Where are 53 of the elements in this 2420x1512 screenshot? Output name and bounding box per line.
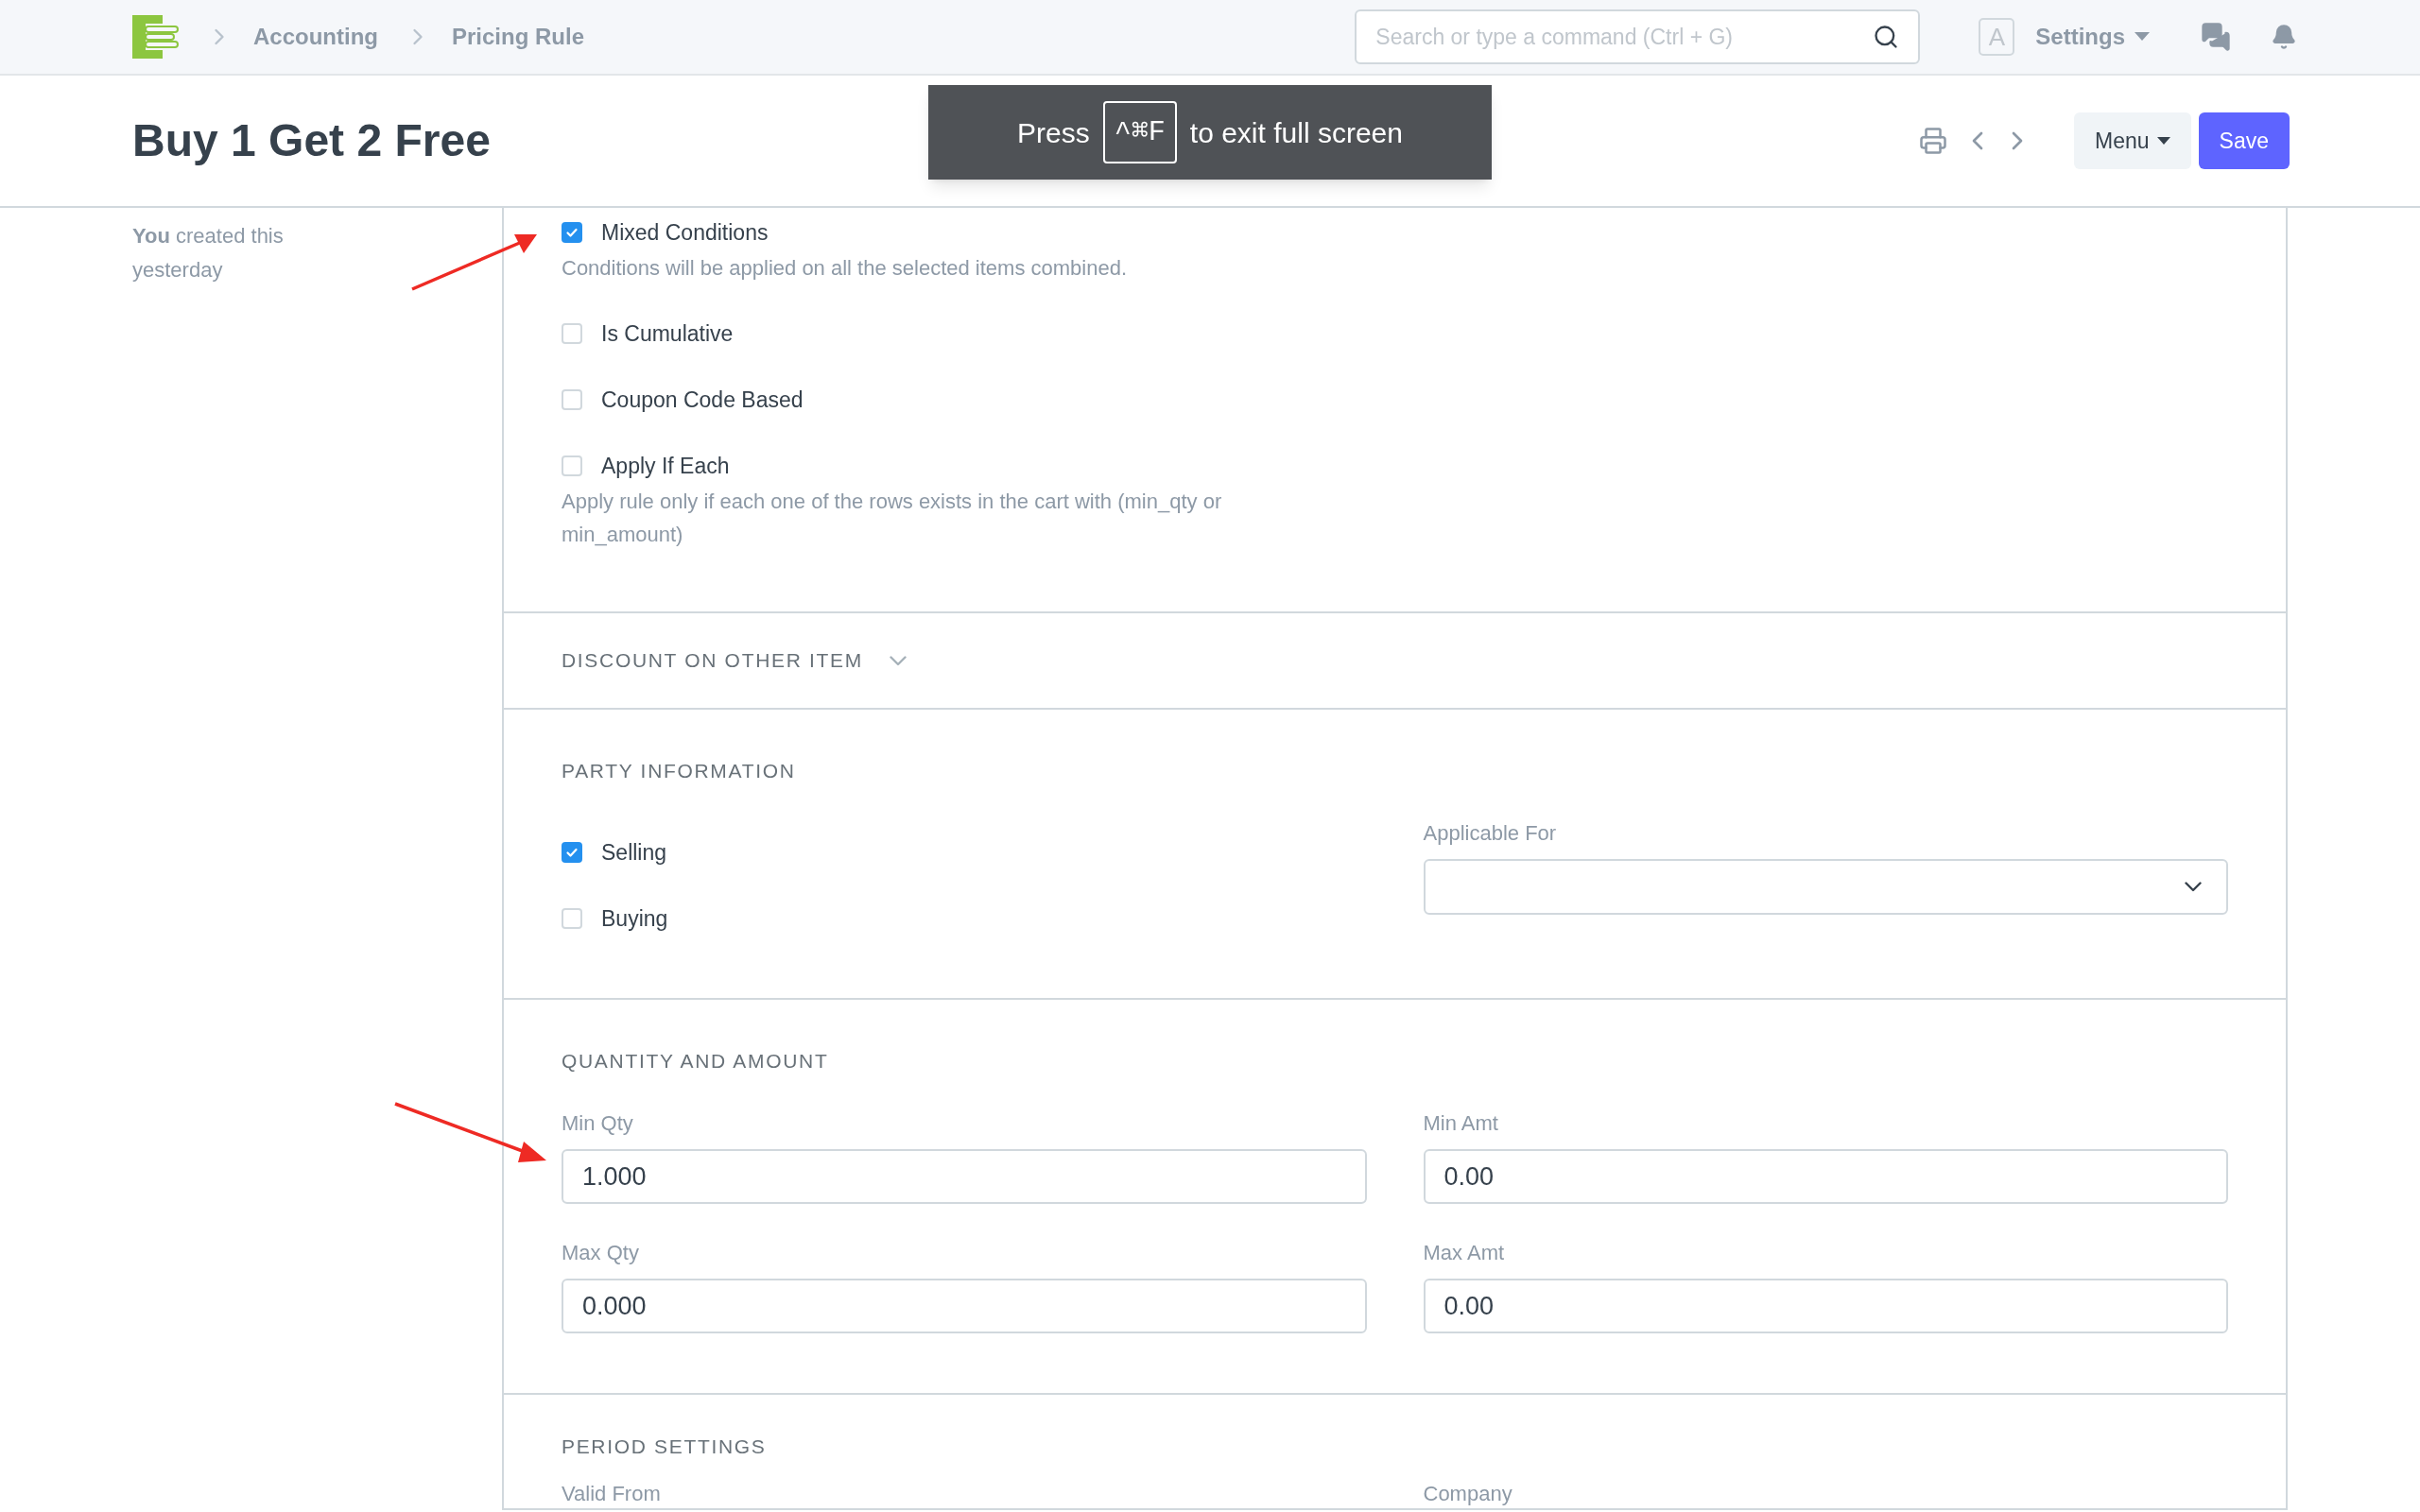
checkbox-label: Buying	[601, 904, 668, 933]
checkbox[interactable]	[562, 323, 582, 344]
input-field[interactable]: 1.000	[562, 1149, 1367, 1204]
field-label: Company	[1423, 1481, 1513, 1507]
settings-dropdown[interactable]: Settings	[2035, 20, 2150, 54]
check-icon	[565, 226, 579, 239]
checkbox[interactable]	[562, 842, 582, 863]
field-label: Valid From	[562, 1481, 662, 1507]
section-heading[interactable]: DISCOUNT ON OTHER ITEM	[562, 645, 863, 676]
field-label: Max Amt	[1423, 1240, 1506, 1266]
caret-icon	[2135, 32, 2150, 42]
menu-button[interactable]: Menu	[2074, 112, 2191, 169]
created-info: You created this yesterday	[132, 223, 285, 284]
shortcut-key: ^⌘F	[1102, 101, 1177, 163]
hint-text: Press	[1017, 115, 1090, 150]
chat-icon[interactable]	[2201, 22, 2231, 52]
caret-icon	[2156, 136, 2170, 146]
input-field[interactable]: 0.00	[1423, 1149, 2228, 1204]
chevron-down-icon	[2185, 882, 2202, 892]
input-field[interactable]: 0.00	[1423, 1279, 2228, 1333]
field-label: Applicable For	[1423, 820, 1558, 847]
printer-icon[interactable]	[1919, 127, 1947, 155]
checkbox[interactable]	[562, 908, 582, 929]
hint-text: to exit full screen	[1189, 115, 1403, 150]
checkbox[interactable]	[562, 222, 582, 243]
section-heading: PERIOD SETTINGS	[562, 1435, 767, 1459]
checkbox-label: Mixed Conditions	[601, 218, 769, 247]
breadcrumb-link[interactable]: Accounting	[253, 20, 378, 54]
field-description: Apply rule only if each one of the rows exists in the cart with (min_qty or min_amount)	[562, 489, 1223, 548]
checkbox-label: Selling	[601, 838, 667, 867]
save-button[interactable]: Save	[2198, 112, 2290, 169]
checkbox-label: Is Cumulative	[601, 319, 734, 348]
check-icon	[565, 846, 579, 859]
checkbox-label: Coupon Code Based	[601, 386, 804, 414]
logo-icon[interactable]	[132, 15, 180, 59]
search-icon[interactable]	[1873, 24, 1900, 50]
field-description: Conditions will be applied on all the selected items combined.	[562, 255, 1128, 282]
section-heading: PARTY INFORMATION	[562, 759, 796, 783]
field-label: Min Qty	[562, 1110, 634, 1137]
input-field[interactable]: 0.000	[562, 1279, 1367, 1333]
checkbox[interactable]	[562, 455, 582, 476]
search-field[interactable]: Search or type a command (Ctrl + G)	[1355, 9, 1921, 64]
field-label: Min Amt	[1423, 1110, 1499, 1137]
select-field[interactable]	[1423, 859, 2228, 915]
search-input[interactable]: Search or type a command (Ctrl + G)	[1375, 20, 1874, 54]
chevron-down-icon[interactable]	[889, 655, 907, 666]
field-label: Max Qty	[562, 1240, 640, 1266]
section-heading: QUANTITY AND AMOUNT	[562, 1049, 829, 1074]
checkbox-label: Apply If Each	[601, 452, 730, 480]
page-title: Buy 1 Get 2 Free	[132, 114, 491, 167]
checkbox[interactable]	[562, 389, 582, 410]
bell-icon[interactable]	[2271, 24, 2297, 50]
breadcrumb-link[interactable]: Pricing Rule	[452, 20, 585, 54]
